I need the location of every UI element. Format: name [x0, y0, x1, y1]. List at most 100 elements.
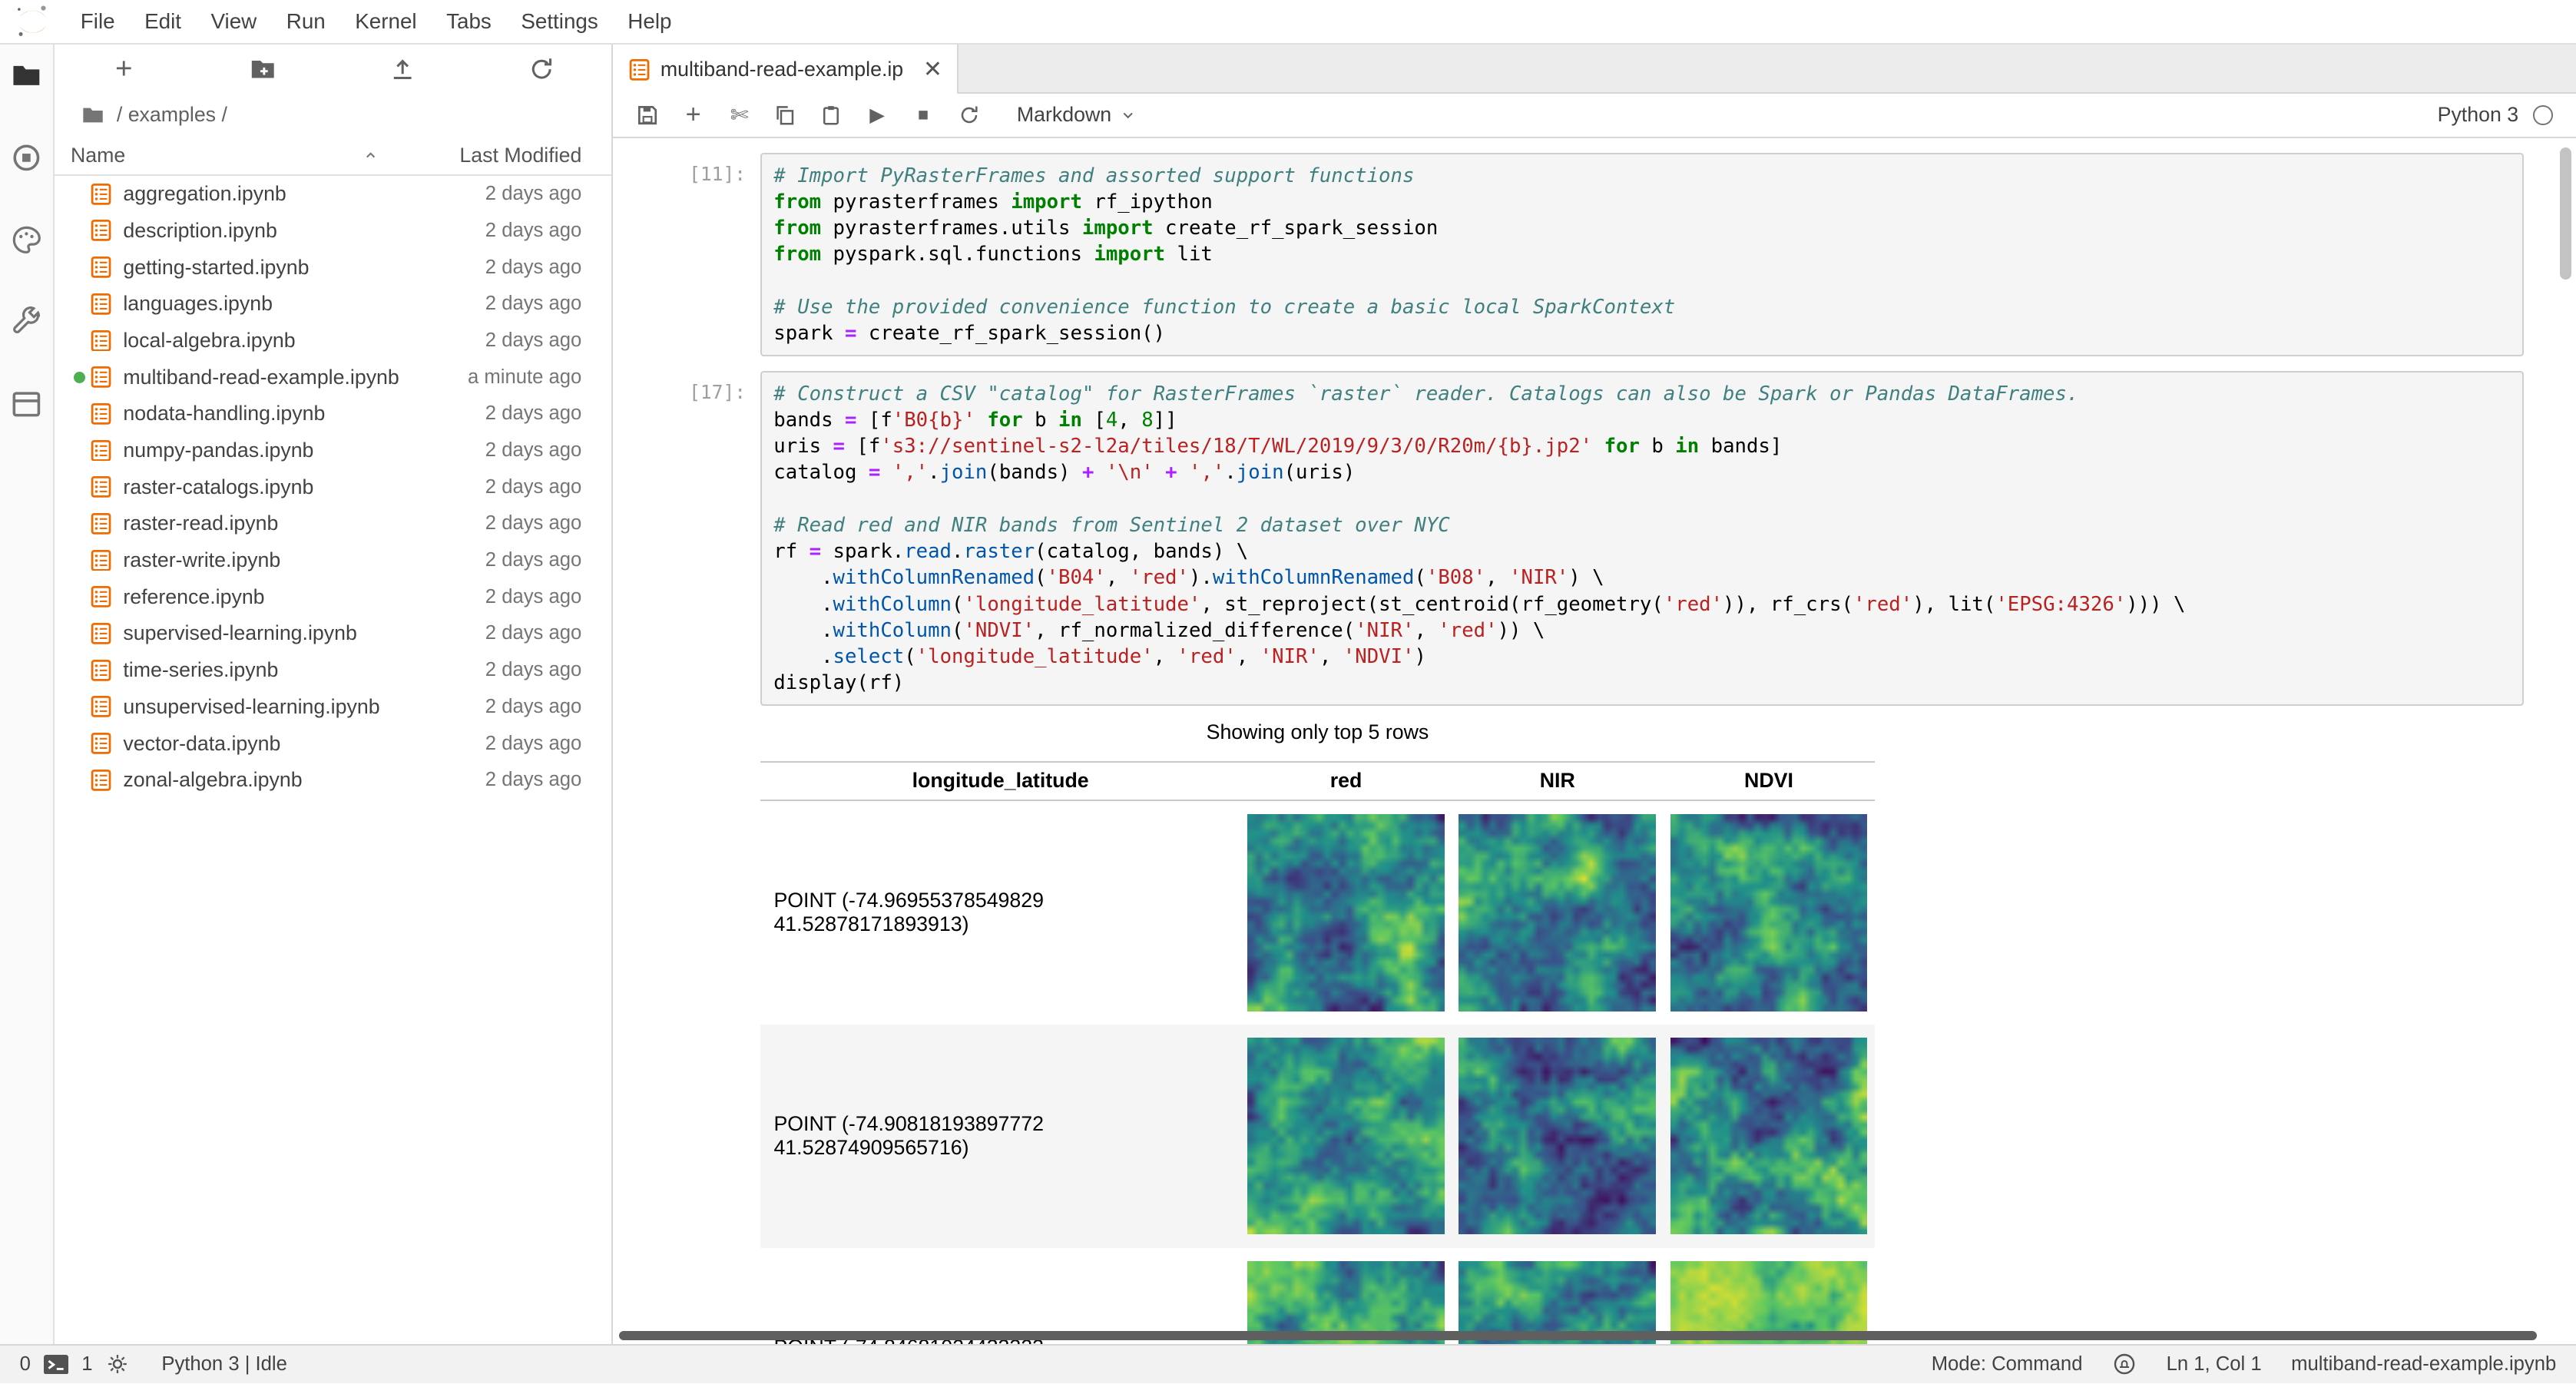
column-header-name[interactable]: Name: [71, 144, 363, 167]
code-line: bands = [f'B0{b}' for b in [4, 8]]: [773, 407, 2510, 433]
new-folder-button[interactable]: [243, 49, 283, 88]
copy-cells-button[interactable]: [770, 101, 800, 131]
notebook-tab[interactable]: multiband-read-example.ip ✕: [613, 45, 959, 95]
file-row[interactable]: aggregation.ipynb2 days ago: [55, 176, 611, 213]
file-modified: 2 days ago: [485, 733, 582, 755]
file-row[interactable]: numpy-pandas.ipynb2 days ago: [55, 432, 611, 469]
file-row[interactable]: zonal-algebra.ipynb2 days ago: [55, 762, 611, 799]
tab-manager-icon[interactable]: [8, 386, 45, 422]
command-palette-icon[interactable]: [8, 222, 45, 258]
menu-kernel[interactable]: Kernel: [340, 0, 432, 43]
jupyterlab-window: FileEditViewRunKernelTabsSettingsHelp: [0, 0, 2576, 1383]
refresh-file-list-button[interactable]: [522, 49, 561, 88]
notebook-icon: [91, 330, 112, 352]
raster-image: [1670, 1038, 1868, 1235]
file-row[interactable]: reference.ipynb2 days ago: [55, 578, 611, 615]
restart-kernel-button[interactable]: [955, 101, 985, 131]
kernel-status[interactable]: Python 3 | Idle: [161, 1353, 287, 1376]
notebook-icon: [91, 586, 112, 608]
point-cell: POINT (-74.84681024433323 41.52868372131…: [760, 1248, 1240, 1344]
menu-run[interactable]: Run: [272, 0, 341, 43]
sort-caret-icon[interactable]: [363, 148, 378, 163]
code-line: from pyrasterframes.utils import create_…: [773, 215, 2510, 241]
terminals-count[interactable]: 0: [20, 1353, 31, 1376]
cell-editor[interactable]: # Import PyRasterFrames and assorted sup…: [760, 153, 2523, 356]
file-row[interactable]: unsupervised-learning.ipynb2 days ago: [55, 688, 611, 725]
code-line: spark = create_rf_spark_session(): [773, 320, 2510, 346]
file-modified: 2 days ago: [485, 329, 582, 352]
code-line: rf = spark.read.raster(catalog, bands) \: [773, 538, 2510, 565]
code-cell[interactable]: [17]:# Construct a CSV "catalog" for Ras…: [613, 371, 2576, 706]
kernel-name[interactable]: Python 3: [2438, 103, 2518, 127]
cut-cells-button[interactable]: ✄: [724, 101, 754, 131]
running-sessions-icon[interactable]: [8, 140, 45, 176]
raster-cell: [1452, 1025, 1663, 1248]
column-header-NDVI: NDVI: [1663, 762, 1874, 800]
horizontal-scrollbar[interactable]: [619, 1331, 2536, 1341]
file-row[interactable]: nodata-handling.ipynb2 days ago: [55, 396, 611, 432]
raster-cell: [1240, 800, 1452, 1025]
notebook-icon: [91, 623, 112, 644]
notebook-icon: [91, 733, 112, 754]
property-inspector-icon[interactable]: [8, 304, 45, 340]
column-header-modified[interactable]: Last Modified: [459, 144, 581, 167]
notebook-icon: [91, 696, 112, 717]
code-line: # Import PyRasterFrames and assorted sup…: [773, 163, 2510, 189]
file-name: time-series.ipynb: [123, 658, 485, 682]
vertical-scrollbar[interactable]: [2560, 147, 2571, 279]
code-cell[interactable]: [11]:# Import PyRasterFrames and assorte…: [613, 153, 2576, 356]
breadcrumb[interactable]: / examples /: [55, 94, 611, 137]
run-cell-button[interactable]: ▶: [863, 101, 892, 131]
file-name: aggregation.ipynb: [123, 182, 485, 206]
file-browser-icon[interactable]: [8, 58, 45, 94]
new-launcher-button[interactable]: +: [104, 49, 144, 88]
file-row[interactable]: getting-started.ipynb2 days ago: [55, 249, 611, 286]
kernels-count[interactable]: 1: [81, 1353, 92, 1376]
file-row[interactable]: time-series.ipynb2 days ago: [55, 652, 611, 689]
cursor-position[interactable]: Ln 1, Col 1: [2167, 1353, 2262, 1376]
file-modified: 2 days ago: [485, 257, 582, 279]
file-name: unsupervised-learning.ipynb: [123, 695, 485, 719]
interrupt-kernel-button[interactable]: ■: [909, 101, 939, 131]
code-line: [773, 267, 2510, 293]
file-row[interactable]: vector-data.ipynb2 days ago: [55, 725, 611, 762]
save-button[interactable]: [632, 101, 662, 131]
code-line: .withColumn('NDVI', rf_normalized_differ…: [773, 618, 2510, 644]
notebook-icon: [91, 220, 112, 241]
chevron-down-icon: [1120, 107, 1136, 123]
upload-button[interactable]: [382, 49, 422, 88]
notifications-icon[interactable]: [2112, 1352, 2137, 1376]
cell-type-dropdown[interactable]: Markdown: [1017, 103, 1136, 127]
notebook-icon: [91, 257, 112, 278]
command-mode-indicator[interactable]: Mode: Command: [1932, 1353, 2083, 1376]
file-row[interactable]: supervised-learning.ipynb2 days ago: [55, 615, 611, 652]
table-row: POINT (-74.84681024433323 41.52868372131…: [760, 1248, 1874, 1344]
kernel-sessions-icon: [106, 1353, 129, 1376]
notebook-icon: [91, 293, 112, 315]
file-row[interactable]: multiband-read-example.ipynba minute ago: [55, 359, 611, 396]
file-row[interactable]: raster-read.ipynb2 days ago: [55, 505, 611, 542]
file-name: zonal-algebra.ipynb: [123, 768, 485, 792]
cell-list: [11]:# Import PyRasterFrames and assorte…: [613, 153, 2576, 706]
menu-edit[interactable]: Edit: [130, 0, 196, 43]
close-tab-icon[interactable]: ✕: [923, 58, 942, 81]
menu-file[interactable]: File: [66, 0, 130, 43]
cell-editor[interactable]: # Construct a CSV "catalog" for RasterFr…: [760, 371, 2523, 706]
menu-settings[interactable]: Settings: [506, 0, 613, 43]
menu-view[interactable]: View: [196, 0, 271, 43]
notebook-icon: [91, 366, 112, 388]
raster-cell: [1663, 1025, 1874, 1248]
file-row[interactable]: languages.ipynb2 days ago: [55, 286, 611, 323]
raster-cell: [1663, 800, 1874, 1025]
file-row[interactable]: raster-catalogs.ipynb2 days ago: [55, 469, 611, 505]
menu-help[interactable]: Help: [613, 0, 687, 43]
paste-cells-button[interactable]: [816, 101, 846, 131]
add-cell-button[interactable]: +: [678, 101, 708, 131]
menu-tabs[interactable]: Tabs: [432, 0, 506, 43]
code-line: # Read red and NIR bands from Sentinel 2…: [773, 512, 2510, 538]
running-dot-icon: [74, 372, 85, 383]
file-row[interactable]: local-algebra.ipynb2 days ago: [55, 323, 611, 359]
file-row[interactable]: description.ipynb2 days ago: [55, 213, 611, 250]
table-header-row: longitude_latituderedNIRNDVI: [760, 762, 1874, 800]
file-row[interactable]: raster-write.ipynb2 days ago: [55, 542, 611, 579]
